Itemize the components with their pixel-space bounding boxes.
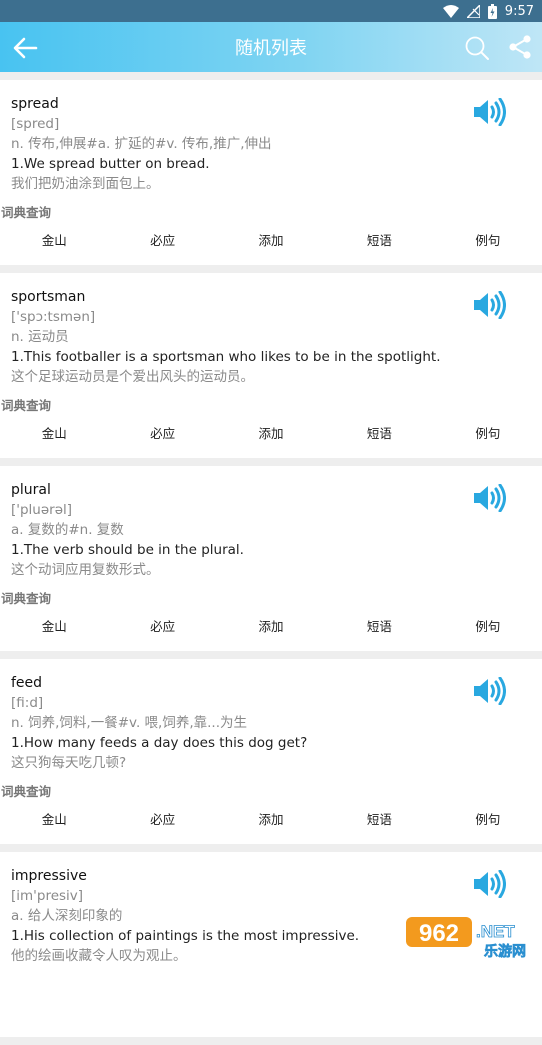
watermark-site: 乐游网 [484,943,526,959]
word-phonetic: ['spɔ:tsmən] [11,309,96,325]
action-row: 金山 必应 添加 短语 例句 [0,230,542,249]
watermark-suffix: .NET [476,922,515,941]
examples-button[interactable]: 例句 [434,616,542,635]
dict-lookup-label: 词典查询 [1,784,52,799]
word-card: sportsman ['spɔ:tsmən] n. 运动员 1.This foo… [0,273,542,458]
word-definition: n. 运动员 [11,329,69,345]
wifi-icon [442,4,459,18]
word-example: 1.This footballer is a sportsman who lik… [11,349,441,365]
examples-button[interactable]: 例句 [434,809,542,828]
battery-icon [487,3,497,19]
examples-button[interactable]: 例句 [434,423,542,442]
word-example: 1.We spread butter on bread. [11,156,210,172]
bing-button[interactable]: 必应 [108,616,216,635]
add-button[interactable]: 添加 [217,230,325,249]
dict-lookup-label: 词典查询 [1,205,52,220]
phrases-button[interactable]: 短语 [325,616,433,635]
speaker-icon[interactable] [472,676,506,706]
action-row: 金山 必应 添加 短语 例句 [0,616,542,635]
word-title: feed [11,675,43,691]
jinshan-button[interactable]: 金山 [0,230,108,249]
bing-button[interactable]: 必应 [108,230,216,249]
site-watermark-logo: 962 .NET 乐游网 [406,913,536,960]
speaker-icon[interactable] [472,290,506,320]
speaker-icon[interactable] [472,483,506,513]
word-title: plural [11,482,51,498]
add-button[interactable]: 添加 [217,616,325,635]
word-definition: n. 传布,伸展#a. 扩延的#v. 传布,推广,伸出 [11,136,272,152]
word-example-translation: 这只狗每天吃几顿? [11,755,127,771]
add-button[interactable]: 添加 [217,809,325,828]
dict-lookup-label: 词典查询 [1,398,52,413]
examples-button[interactable]: 例句 [434,230,542,249]
watermark-number: 962 [419,920,459,947]
word-phonetic: [spred] [11,116,60,132]
status-bar: 9:57 [0,0,542,22]
add-button[interactable]: 添加 [217,423,325,442]
bing-button[interactable]: 必应 [108,809,216,828]
word-definition: n. 饲养,饲料,一餐#v. 喂,饲养,靠...为生 [11,715,248,731]
app-bar: 随机列表 [0,22,542,72]
page-title: 随机列表 [235,38,307,59]
phrases-button[interactable]: 短语 [325,809,433,828]
word-example-translation: 这个动词应用复数形式。 [11,562,160,578]
speaker-icon[interactable] [472,97,506,127]
word-phonetic: [im'presiv] [11,888,84,904]
no-signal-icon [466,4,480,18]
jinshan-button[interactable]: 金山 [0,423,108,442]
action-row: 金山 必应 添加 短语 例句 [0,423,542,442]
search-icon[interactable] [464,35,490,61]
jinshan-button[interactable]: 金山 [0,616,108,635]
word-example-translation: 这个足球运动员是个爱出风头的运动员。 [11,369,254,385]
phrases-button[interactable]: 短语 [325,230,433,249]
word-example: 1.The verb should be in the plural. [11,542,244,558]
word-list: spread [spred] n. 传布,伸展#a. 扩延的#v. 传布,推广,… [0,80,542,1045]
status-time: 9:57 [504,3,534,19]
share-icon[interactable] [508,34,532,60]
word-example-translation: 我们把奶油涂到面包上。 [11,176,160,192]
word-title: sportsman [11,289,86,305]
word-card: feed [fi:d] n. 饲养,饲料,一餐#v. 喂,饲养,靠...为生 1… [0,659,542,844]
word-card: spread [spred] n. 传布,伸展#a. 扩延的#v. 传布,推广,… [0,80,542,265]
word-title: spread [11,96,59,112]
word-phonetic: [fi:d] [11,695,44,711]
speaker-icon[interactable] [472,869,506,899]
phrases-button[interactable]: 短语 [325,423,433,442]
jinshan-button[interactable]: 金山 [0,809,108,828]
word-title: impressive [11,868,87,884]
dict-lookup-label: 词典查询 [1,591,52,606]
action-row: 金山 必应 添加 短语 例句 [0,809,542,828]
word-card: plural ['pluərəl] a. 复数的#n. 复数 1.The ver… [0,466,542,651]
word-phonetic: ['pluərəl] [11,502,73,518]
word-example: 1.How many feeds a day does this dog get… [11,735,308,751]
word-definition: a. 复数的#n. 复数 [11,522,124,538]
bing-button[interactable]: 必应 [108,423,216,442]
